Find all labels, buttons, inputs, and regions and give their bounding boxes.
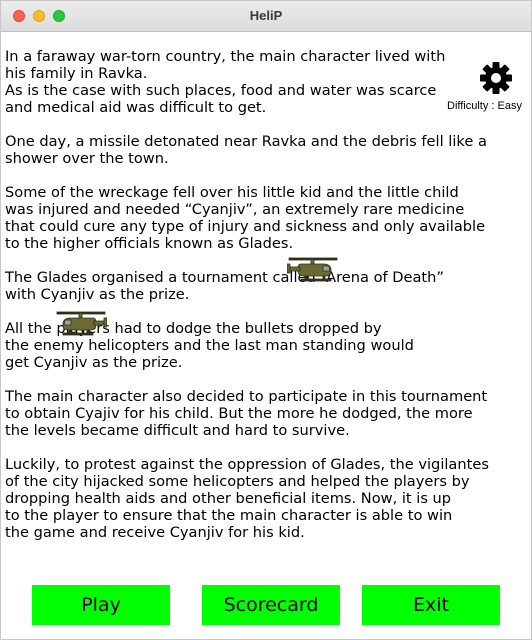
window-title: HeliP xyxy=(249,8,283,23)
story-paragraph: The main character also decided to parti… xyxy=(5,388,488,439)
gear-icon[interactable] xyxy=(479,61,513,95)
story-paragraph: In a faraway war-torn country, the main … xyxy=(5,48,446,116)
story-text: In a faraway war-torn country, the main … xyxy=(5,48,505,558)
scorecard-button[interactable]: Scorecard xyxy=(202,585,340,625)
title-bar[interactable]: HeliP xyxy=(1,1,531,32)
story-paragraph: Luckily, to protest against the oppressi… xyxy=(5,456,489,541)
app-window: HeliP In a faraway war-torn country, the… xyxy=(0,0,532,640)
play-button[interactable]: Play xyxy=(32,585,170,625)
story-paragraph: Some of the wreckage fell over his littl… xyxy=(5,184,486,252)
difficulty-label: Difficulty : Easy xyxy=(447,100,522,112)
helicopter-icon xyxy=(56,311,107,336)
story-paragraph: The Glades organised a tournament called… xyxy=(5,269,444,303)
exit-button[interactable]: Exit xyxy=(362,585,500,625)
story-paragraph: One day, a missile detonated near Ravka … xyxy=(5,133,487,167)
helicopter-icon xyxy=(287,257,338,282)
